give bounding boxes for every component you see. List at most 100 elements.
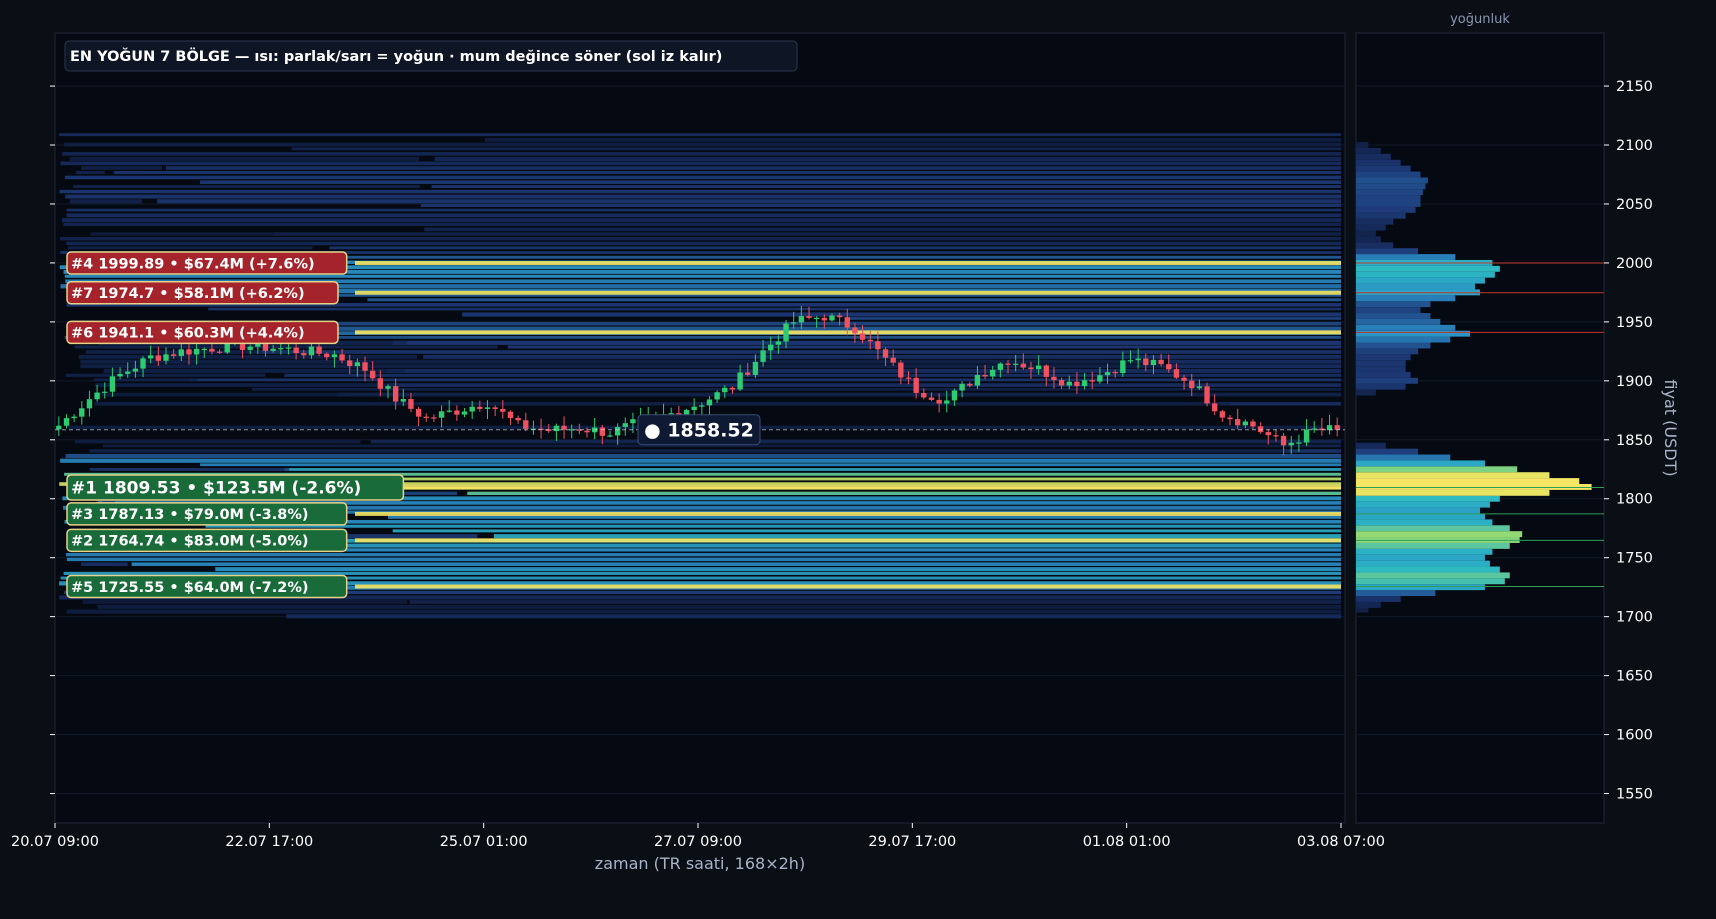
candle-body	[1173, 369, 1180, 378]
candle-body	[890, 357, 896, 363]
candle-body	[308, 346, 315, 356]
candle-body	[1143, 358, 1149, 366]
density-bar	[1356, 472, 1550, 479]
heat-band	[329, 246, 1341, 250]
density-bar	[1356, 548, 1493, 555]
zone-heat-band	[355, 538, 1341, 543]
heat-band-trail	[73, 185, 420, 188]
heat-band	[97, 604, 1341, 609]
y-tick-label: 1950	[1616, 315, 1653, 331]
heat-band	[215, 567, 1341, 572]
density-bar	[1356, 277, 1485, 284]
heat-band	[200, 463, 1342, 467]
candle-body	[1303, 429, 1310, 443]
density-bar	[1356, 554, 1485, 561]
heat-band	[291, 147, 1341, 151]
heat-band	[62, 218, 1341, 223]
candle-body	[125, 371, 131, 374]
zone-label-rank-3: #3 1787.13 • $79.0M (-3.8%)	[71, 507, 309, 523]
heat-band	[462, 312, 1341, 317]
candle-body	[1196, 386, 1203, 389]
density-bar	[1356, 448, 1418, 455]
candle-body	[1219, 411, 1226, 418]
y-tick-label: 2150	[1616, 79, 1653, 95]
density-bar	[1356, 383, 1406, 390]
candle-body	[951, 390, 958, 401]
candle-body	[852, 327, 858, 334]
density-bar	[1356, 371, 1411, 378]
density-bar	[1356, 301, 1431, 308]
density-bar	[1356, 484, 1592, 490]
density-bar	[1356, 566, 1500, 573]
heat-band-trail	[99, 392, 353, 397]
heat-band	[59, 236, 1341, 241]
heat-band-trail	[89, 468, 290, 471]
candle-body	[415, 408, 422, 417]
heat-band	[65, 453, 1341, 458]
heat-band	[845, 317, 1341, 320]
candle-body	[515, 418, 521, 421]
candle-body	[798, 316, 805, 323]
candle-body	[599, 427, 605, 436]
current-price-label: ● 1858.52	[644, 420, 754, 442]
candle-body	[132, 368, 139, 372]
candle-body	[1257, 426, 1264, 433]
heat-band	[65, 194, 1341, 199]
candle-body	[117, 373, 123, 377]
x-tick-label: 01.08 01:00	[1083, 834, 1171, 850]
density-bar	[1356, 313, 1431, 319]
density-bar	[1356, 212, 1406, 219]
candle-body	[201, 348, 207, 351]
candle-body	[140, 358, 146, 369]
x-tick-label: 03.08 07:00	[1297, 834, 1385, 850]
heat-band	[286, 614, 1341, 619]
candle-body	[967, 383, 973, 386]
y-tick-label: 1700	[1616, 610, 1653, 626]
heat-band	[60, 458, 1342, 463]
candle-body	[1051, 376, 1057, 381]
candle-body	[400, 399, 406, 402]
candle-body	[170, 354, 177, 356]
candle-body	[691, 406, 697, 411]
density-bar	[1356, 348, 1418, 355]
heat-band	[420, 203, 1341, 208]
zone-heat-band	[355, 584, 1341, 589]
heat-band-trail	[69, 199, 142, 204]
candle-body	[1066, 381, 1072, 386]
density-bar	[1356, 542, 1510, 549]
heat-band	[64, 142, 1342, 147]
candle-body	[990, 369, 996, 377]
candle-body	[622, 423, 628, 427]
candle-body	[1181, 377, 1187, 381]
density-bar	[1356, 466, 1518, 473]
density-bar	[1356, 283, 1476, 290]
candle-body	[1112, 372, 1118, 374]
heat-band	[273, 232, 1342, 236]
candle-body	[438, 411, 445, 418]
candle-body	[507, 411, 514, 419]
density-bar	[1356, 342, 1431, 349]
heat-band-trail	[81, 166, 163, 170]
heat-band	[284, 373, 1341, 377]
candle-body	[324, 353, 330, 358]
candle-body	[1120, 360, 1126, 374]
y-tick-label: 2050	[1616, 197, 1653, 213]
candle-body	[155, 355, 162, 361]
density-bar	[1356, 265, 1500, 272]
candle-body	[316, 346, 322, 354]
candle-body	[1097, 375, 1103, 382]
candle-body	[1020, 363, 1027, 368]
x-axis-label: zaman (TR saati, 168×2h)	[595, 854, 805, 873]
zone-heat-band	[355, 511, 1341, 516]
candle-body	[461, 411, 468, 415]
candle-body	[829, 315, 835, 321]
heat-band-trail	[82, 600, 408, 604]
candle-body	[699, 405, 705, 407]
candle-body	[729, 387, 736, 390]
heat-band	[113, 170, 1341, 175]
candle-body	[898, 362, 904, 378]
heat-band	[66, 609, 1341, 614]
zone-label-rank-2: #2 1764.74 • $83.0M (-5.0%)	[71, 534, 309, 550]
candle-body	[867, 339, 873, 342]
candle-body	[148, 355, 154, 359]
